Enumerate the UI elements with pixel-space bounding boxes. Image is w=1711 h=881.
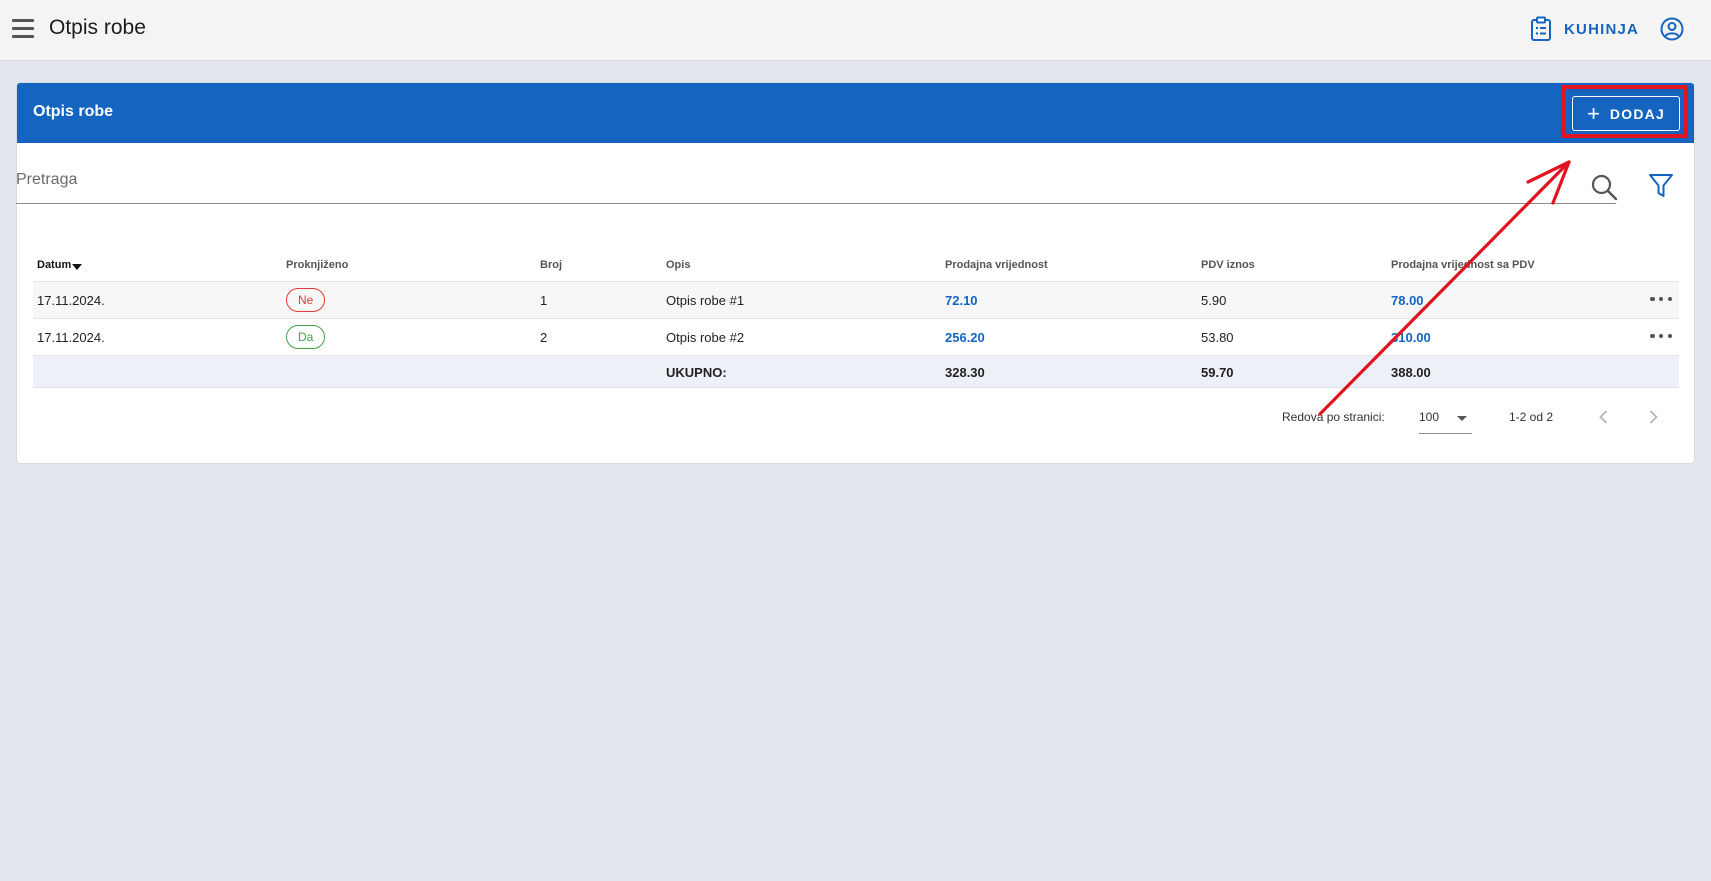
annotation-highlight-box — [1561, 85, 1688, 138]
cell-sa-pdv[interactable]: 310.00 — [1391, 330, 1431, 345]
column-header-broj[interactable]: Broj — [540, 259, 562, 271]
cell-prodajna[interactable]: 72.10 — [945, 293, 978, 308]
total-label: UKUPNO: — [666, 365, 727, 380]
write-off-table: Datum Proknjiženo Broj Opis Prodajna vri… — [33, 250, 1679, 388]
column-header-prodajna[interactable]: Prodajna vrijednost — [945, 259, 1048, 271]
cell-opis: Otpis robe #2 — [666, 330, 745, 345]
more-actions-icon[interactable] — [1650, 329, 1672, 343]
search-icon[interactable] — [1590, 173, 1618, 201]
status-badge: Ne — [286, 288, 326, 312]
search-field — [16, 160, 1616, 204]
cell-datum: 17.11.2024. — [37, 293, 105, 308]
rows-per-page-value: 100 — [1419, 410, 1440, 424]
column-header-opis[interactable]: Opis — [666, 259, 690, 271]
cell-pdv: 5.90 — [1201, 293, 1227, 308]
column-label: Datum — [37, 259, 72, 271]
card-title: Otpis robe — [33, 103, 114, 120]
rows-per-page-label: Redova po stranici: — [1282, 410, 1385, 424]
location-button[interactable]: KUHINJA — [1530, 16, 1639, 42]
cell-datum: 17.11.2024. — [37, 330, 105, 345]
total-prodajna: 328.30 — [945, 365, 985, 380]
account-icon[interactable] — [1660, 17, 1684, 41]
cell-broj: 1 — [540, 293, 548, 308]
top-app-bar: Otpis robe KUHINJA — [0, 0, 1711, 61]
table-row[interactable]: 17.11.2024. Ne 1 Otpis robe #1 72.10 5.9… — [33, 282, 1679, 319]
caret-down-icon — [1457, 416, 1467, 421]
column-header-proknjizeno[interactable]: Proknjiženo — [286, 259, 348, 271]
column-header-sa-pdv[interactable]: Prodajna vrijednost sa PDV — [1391, 259, 1535, 271]
chevron-right-icon[interactable] — [1643, 407, 1663, 427]
page-range: 1-2 od 2 — [1509, 410, 1554, 424]
card-header: Otpis robe + DODAJ — [17, 83, 1694, 143]
clipboard-icon — [1531, 16, 1551, 41]
cell-prodajna[interactable]: 256.20 — [945, 330, 985, 345]
cell-sa-pdv[interactable]: 78.00 — [1391, 293, 1424, 308]
filter-icon[interactable] — [1648, 172, 1674, 200]
total-pdv: 59.70 — [1201, 365, 1234, 380]
more-actions-icon[interactable] — [1650, 292, 1672, 306]
cell-opis: Otpis robe #1 — [666, 293, 745, 308]
total-sa-pdv: 388.00 — [1391, 365, 1431, 380]
sort-desc-icon — [72, 264, 83, 270]
table-header: Datum Proknjiženo Broj Opis Prodajna vri… — [33, 250, 1679, 282]
page-title: Otpis robe — [49, 16, 146, 39]
cell-pdv: 53.80 — [1201, 330, 1234, 345]
table-row[interactable]: 17.11.2024. Da 2 Otpis robe #2 256.20 53… — [33, 319, 1679, 356]
rows-per-page-select[interactable]: 100 — [1419, 400, 1472, 434]
menu-icon[interactable] — [12, 19, 34, 39]
cell-broj: 2 — [540, 330, 548, 345]
column-header-pdv[interactable]: PDV iznos — [1201, 259, 1255, 271]
search-input[interactable] — [16, 160, 1556, 200]
chevron-left-icon[interactable] — [1594, 407, 1614, 427]
location-label: KUHINJA — [1564, 20, 1640, 38]
total-row: UKUPNO: 328.30 59.70 388.00 — [33, 356, 1679, 388]
column-header-datum[interactable]: Datum — [37, 259, 83, 271]
status-badge: Da — [286, 325, 326, 349]
